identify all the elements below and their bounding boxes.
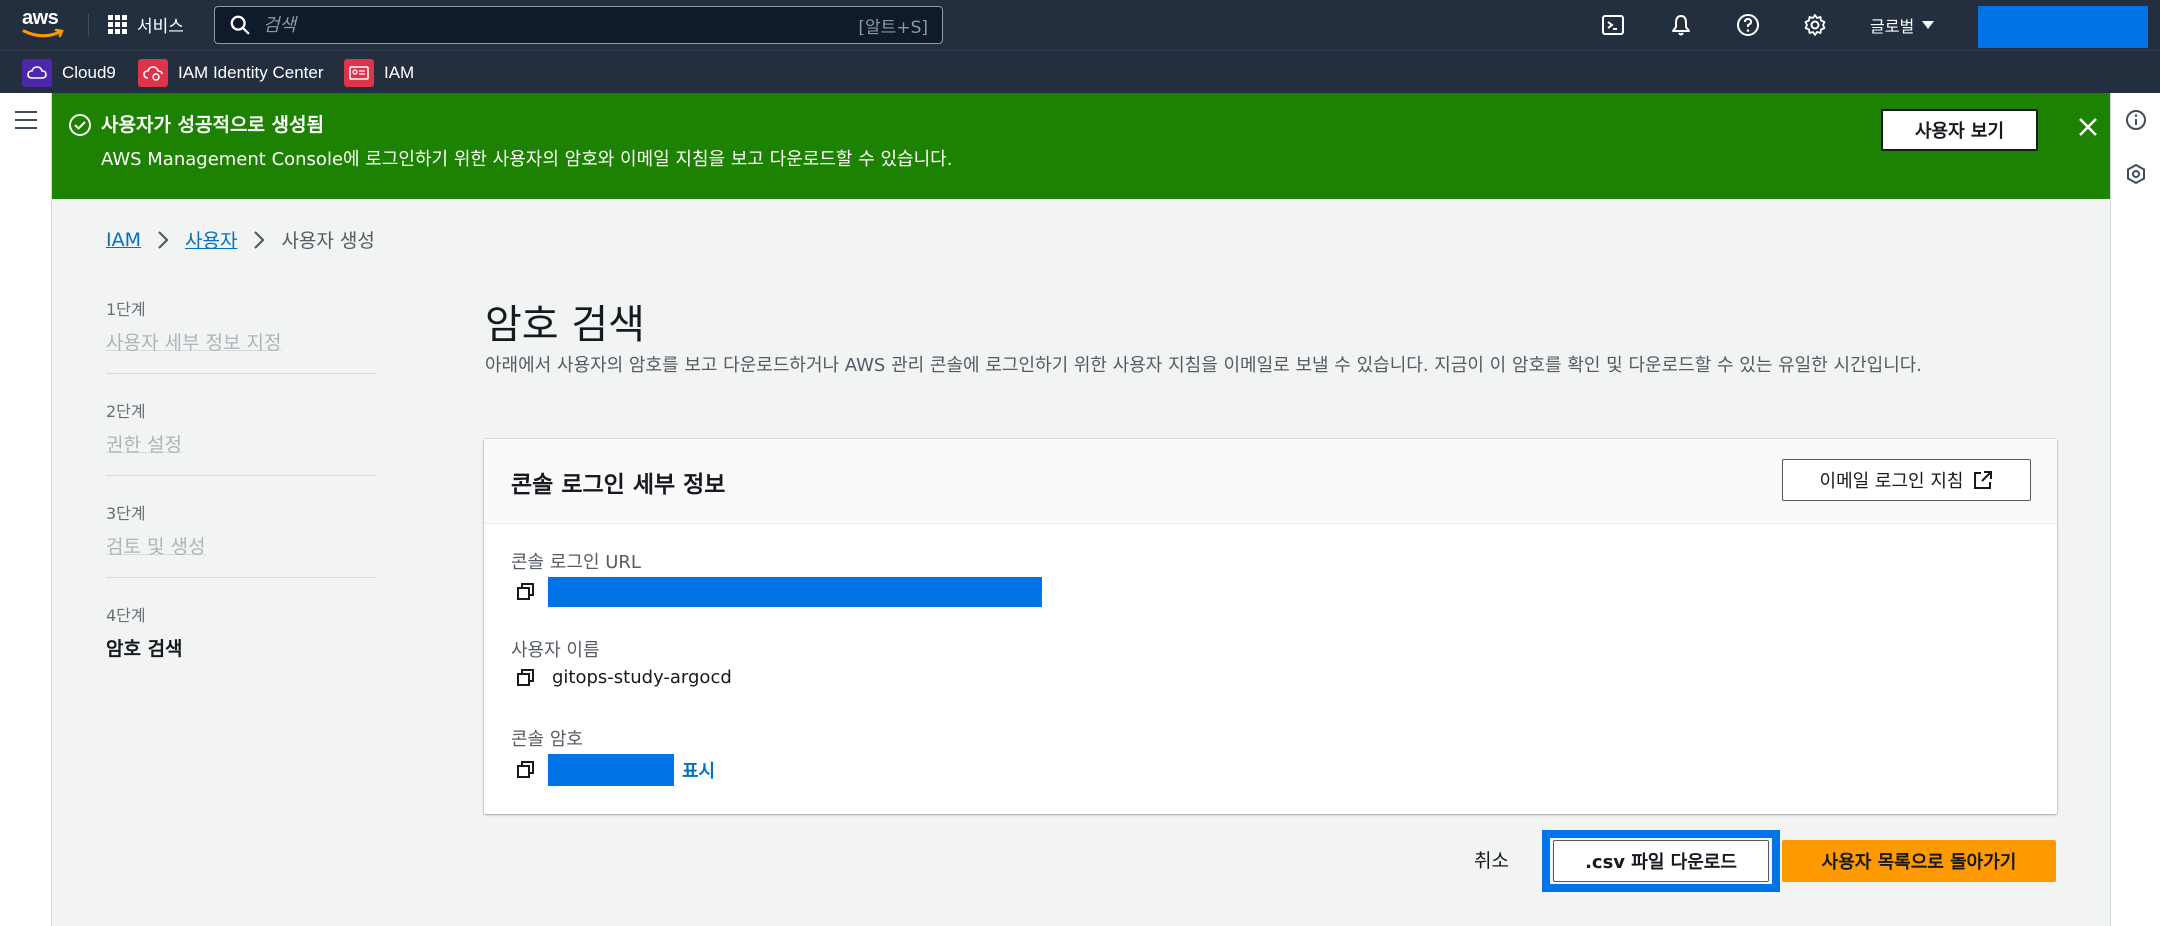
info-icon[interactable] — [2123, 107, 2149, 133]
cancel-button[interactable]: 취소 — [1474, 846, 1509, 873]
wizard-step-2: 2단계 권한 설정 — [106, 398, 376, 476]
menu-hamburger-icon[interactable] — [15, 111, 37, 129]
username-value: gitops-study-argocd — [552, 667, 732, 688]
copy-icon[interactable] — [516, 668, 536, 688]
favorite-cloud9[interactable]: Cloud9 — [22, 59, 116, 87]
email-signin-instructions-button[interactable]: 이메일 로그인 지침 — [1782, 459, 2031, 501]
favorite-label: Cloud9 — [62, 63, 116, 82]
copy-icon[interactable] — [516, 582, 536, 602]
search-box[interactable]: [알트+S] — [214, 6, 943, 44]
aws-logo[interactable]: aws — [22, 8, 66, 42]
username-label: 사용자 이름 — [511, 640, 600, 661]
left-navigation-rail — [0, 93, 52, 926]
wizard-step-3: 3단계 검토 및 생성 — [106, 500, 376, 578]
breadcrumb: IAM 사용자 사용자 생성 — [106, 226, 375, 253]
console-password-row: 표시 — [516, 754, 715, 786]
cloud9-icon — [22, 59, 52, 87]
favorite-label: IAM Identity Center — [178, 63, 324, 82]
chevron-right-icon — [254, 230, 266, 249]
step-label[interactable]: 검토 및 생성 — [106, 532, 376, 559]
step-number: 4단계 — [106, 606, 146, 625]
caret-down-icon — [1922, 21, 1935, 29]
wizard-step-4-current: 4단계 암호 검색 — [106, 602, 376, 679]
step-label: 암호 검색 — [106, 638, 183, 660]
search-shortcut-hint: [알트+S] — [858, 17, 928, 38]
external-link-icon — [1974, 471, 1993, 489]
console-signin-details-panel: 콘솔 로그인 세부 정보 이메일 로그인 지침 콘솔 로그인 URL 사용자 이… — [484, 439, 2057, 814]
iam-icon — [344, 59, 374, 87]
download-csv-button[interactable]: .csv 파일 다운로드 — [1553, 840, 1769, 882]
step-label[interactable]: 권한 설정 — [106, 430, 376, 457]
favorite-iam[interactable]: IAM — [344, 59, 414, 87]
flash-title: 사용자가 성공적으로 생성됨 — [101, 114, 324, 136]
step-label[interactable]: 사용자 세부 정보 지정 — [106, 328, 376, 355]
console-url-row — [516, 577, 1042, 607]
notifications-bell-icon[interactable] — [1668, 12, 1694, 38]
page-description: 아래에서 사용자의 암호를 보고 다운로드하거나 AWS 관리 콘솔에 로그인하… — [485, 355, 1923, 376]
show-password-link[interactable]: 표시 — [682, 757, 715, 783]
cloudshell-icon[interactable] — [1600, 12, 1626, 38]
favorites-bar: Cloud9 IAM Identity Center IAM — [0, 50, 2160, 93]
view-user-button[interactable]: 사용자 보기 — [1881, 109, 2038, 151]
region-label: 글로벌 — [1870, 17, 1915, 36]
search-input[interactable] — [263, 14, 859, 36]
search-icon — [230, 15, 250, 35]
nav-divider — [88, 14, 89, 36]
copy-icon[interactable] — [516, 760, 536, 780]
breadcrumb-current: 사용자 생성 — [281, 230, 375, 252]
wizard-steps-nav: 1단계 사용자 세부 정보 지정 2단계 권한 설정 3단계 검토 및 생성 4… — [106, 296, 376, 703]
console-password-redacted — [548, 754, 674, 786]
breadcrumb-iam-link[interactable]: IAM — [106, 229, 141, 251]
help-icon[interactable] — [1735, 12, 1761, 38]
aws-smile-icon — [22, 28, 64, 38]
console-password-label: 콘솔 암호 — [511, 729, 583, 750]
services-menu-button[interactable]: 서비스 — [108, 12, 184, 37]
step-number: 1단계 — [106, 300, 146, 319]
grid-icon — [108, 15, 127, 34]
aws-logo-text: aws — [22, 7, 59, 29]
favorite-label: IAM — [384, 63, 415, 82]
right-tools-rail — [2110, 93, 2160, 926]
step-number: 3단계 — [106, 504, 146, 523]
top-navigation: aws 서비스 [알트+S] — [0, 0, 2160, 50]
page-title: 암호 검색 — [485, 302, 645, 348]
tutorial-panel-icon[interactable] — [2123, 161, 2149, 187]
services-label: 서비스 — [137, 17, 184, 37]
success-flashbar: 사용자가 성공적으로 생성됨 AWS Management Console에 로… — [52, 93, 2110, 199]
iam-identity-center-icon — [138, 59, 168, 87]
panel-title: 콘솔 로그인 세부 정보 — [511, 472, 726, 498]
return-to-users-list-button[interactable]: 사용자 목록으로 돌아가기 — [1782, 840, 2056, 882]
close-icon[interactable] — [2074, 113, 2102, 141]
panel-header: 콘솔 로그인 세부 정보 이메일 로그인 지침 — [484, 439, 2057, 524]
breadcrumb-users-link[interactable]: 사용자 — [185, 226, 237, 253]
chevron-right-icon — [158, 230, 169, 249]
success-check-icon — [69, 114, 91, 136]
settings-gear-icon[interactable] — [1802, 12, 1828, 38]
console-url-label: 콘솔 로그인 URL — [511, 552, 641, 573]
flash-message: AWS Management Console에 로그인하기 위한 사용자의 암호… — [101, 149, 953, 170]
username-row: gitops-study-argocd — [516, 667, 732, 688]
email-button-label: 이메일 로그인 지침 — [1819, 471, 1964, 492]
wizard-step-1: 1단계 사용자 세부 정보 지정 — [106, 296, 376, 374]
favorite-iam-identity-center[interactable]: IAM Identity Center — [138, 59, 324, 87]
step-number: 2단계 — [106, 402, 146, 421]
console-url-redacted — [548, 577, 1042, 607]
region-selector[interactable]: 글로벌 — [1870, 13, 1935, 37]
account-menu-redacted[interactable] — [1978, 6, 2148, 48]
